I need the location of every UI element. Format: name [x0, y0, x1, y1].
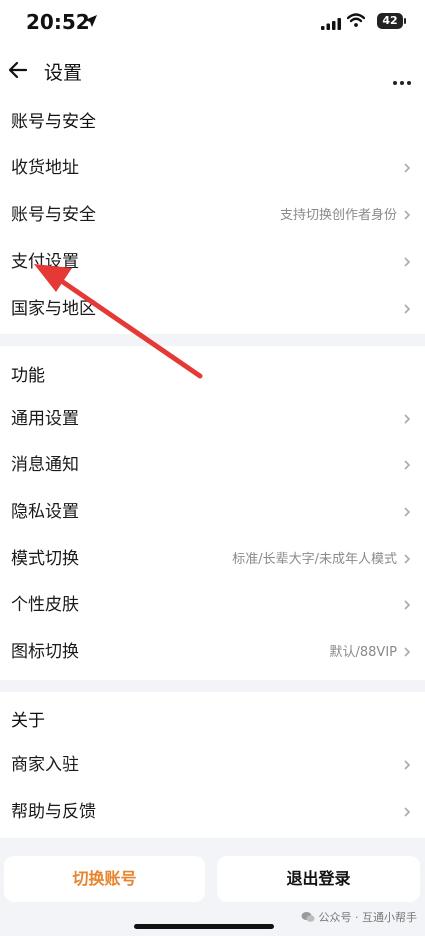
- menu-item-hint: 标准/长辈大字/未成年人模式: [232, 552, 397, 567]
- menu-item-label: 国家与地区: [11, 299, 96, 319]
- menu-item-privacy-settings[interactable]: 隐私设置: [0, 487, 425, 533]
- chevron-right-icon: [403, 596, 411, 615]
- section-account-security: 账号与安全 收货地址 账号与安全 支持切换创作者身份 支付设置 国家与地区: [0, 96, 425, 334]
- menu-item-label: 隐私设置: [11, 502, 79, 522]
- back-arrow-icon[interactable]: [8, 58, 28, 86]
- menu-item-label: 模式切换: [11, 549, 79, 569]
- switch-account-button[interactable]: 切换账号: [4, 856, 205, 902]
- chevron-right-icon: [403, 550, 411, 569]
- menu-item-hint: 默认/88VIP: [329, 645, 398, 660]
- section-title: 关于: [11, 711, 45, 731]
- chevron-right-icon: [403, 206, 411, 225]
- menu-item-account-security[interactable]: 账号与安全 支持切换创作者身份: [0, 190, 425, 236]
- cellular-signal-icon: [321, 15, 341, 34]
- menu-item-label: 个性皮肤: [11, 595, 79, 615]
- section-title: 功能: [11, 366, 45, 386]
- chevron-right-icon: [403, 803, 411, 822]
- menu-item-skins[interactable]: 个性皮肤: [0, 580, 425, 626]
- menu-item-hint: 支持切换创作者身份: [279, 208, 397, 223]
- watermark: 公众号 · 互通小帮手: [301, 909, 418, 926]
- chevron-right-icon: [403, 410, 411, 429]
- chevron-right-icon: [403, 756, 411, 775]
- chevron-right-icon: [403, 159, 411, 178]
- menu-item-mode-switch[interactable]: 模式切换 标准/长辈大字/未成年人模式: [0, 534, 425, 580]
- menu-item-label: 帮助与反馈: [11, 802, 96, 822]
- menu-item-merchant-join[interactable]: 商家入驻: [0, 740, 425, 786]
- menu-item-label: 支付设置: [11, 252, 79, 272]
- location-arrow-icon: [84, 13, 98, 32]
- menu-item-label: 账号与安全: [11, 205, 96, 225]
- home-indicator: [134, 924, 274, 929]
- section-title: 账号与安全: [11, 112, 96, 132]
- wifi-icon: [346, 12, 366, 31]
- status-bar: 20:52 42: [0, 0, 425, 46]
- menu-item-general-settings[interactable]: 通用设置: [0, 394, 425, 440]
- menu-item-icon-switch[interactable]: 图标切换 默认/88VIP: [0, 627, 425, 673]
- menu-item-label: 图标切换: [11, 642, 79, 662]
- chevron-right-icon: [403, 643, 411, 662]
- watermark-text: 公众号 · 互通小帮手: [318, 911, 418, 924]
- battery-icon: 42: [377, 13, 406, 29]
- menu-item-notifications[interactable]: 消息通知: [0, 440, 425, 486]
- section-features: 功能 通用设置 消息通知 隐私设置 模式切换 标准/长辈大字/未成年人模式 个性…: [0, 346, 425, 680]
- status-time: 20:52: [26, 10, 90, 34]
- menu-item-label: 消息通知: [11, 455, 79, 475]
- section-about: 关于 商家入驻 帮助与反馈: [0, 692, 425, 838]
- menu-item-label: 收货地址: [11, 158, 79, 178]
- menu-item-help-feedback[interactable]: 帮助与反馈: [0, 787, 425, 833]
- nav-header: 设置: [0, 46, 425, 96]
- page-title: 设置: [44, 62, 83, 84]
- chevron-right-icon: [403, 300, 411, 319]
- chevron-right-icon: [403, 503, 411, 522]
- chevron-right-icon: [403, 253, 411, 272]
- menu-item-country-region[interactable]: 国家与地区: [0, 284, 425, 330]
- menu-item-payment-settings[interactable]: 支付设置: [0, 237, 425, 283]
- menu-item-label: 商家入驻: [11, 755, 79, 775]
- more-options-icon[interactable]: [390, 70, 411, 89]
- logout-button[interactable]: 退出登录: [217, 856, 420, 902]
- menu-item-shipping-address[interactable]: 收货地址: [0, 143, 425, 189]
- wechat-icon: [301, 911, 315, 926]
- chevron-right-icon: [403, 456, 411, 475]
- menu-item-label: 通用设置: [11, 409, 79, 429]
